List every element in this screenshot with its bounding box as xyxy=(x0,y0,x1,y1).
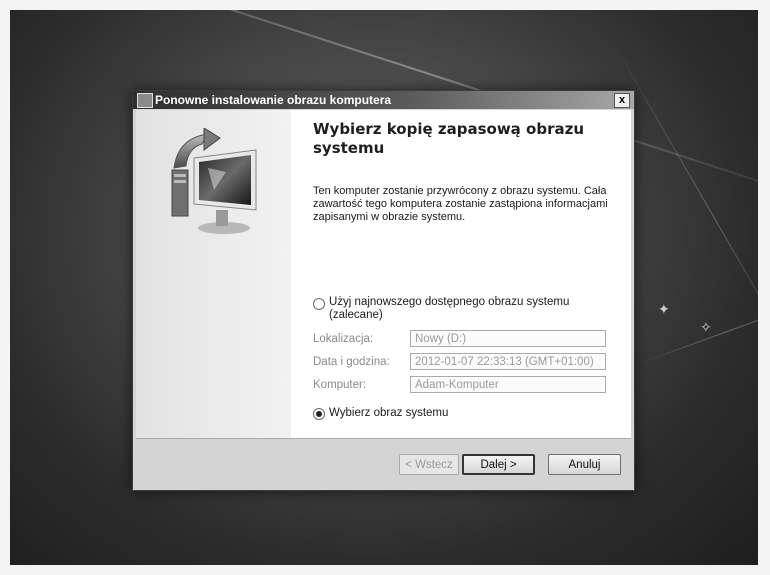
wizard-side-panel xyxy=(136,110,291,438)
datetime-field: 2012-01-07 22:33:13 (GMT+01:00) xyxy=(410,353,606,370)
computer-field: Adam-Komputer xyxy=(410,376,606,393)
location-label: Lokalizacja: xyxy=(313,333,374,345)
wallpaper-streak xyxy=(635,295,758,366)
radio-choose-image[interactable] xyxy=(313,408,325,420)
cancel-button[interactable]: Anuluj xyxy=(548,454,621,475)
location-field: Nowy (D:) xyxy=(410,330,606,347)
wizard-dialog: Ponowne instalowanie obrazu komputera x xyxy=(132,90,635,491)
back-button[interactable]: < Wstecz xyxy=(399,454,459,475)
option-choose-label: Wybierz obraz systemu xyxy=(329,407,449,419)
option-latest-recommended: (zalecane) xyxy=(329,309,383,321)
wizard-content: Wybierz kopię zapasową obrazu systemu Te… xyxy=(291,110,631,438)
page-heading: Wybierz kopię zapasową obrazu systemu xyxy=(313,120,584,157)
datetime-label: Data i godzina: xyxy=(313,356,390,368)
monitor-backup-icon xyxy=(171,128,257,234)
description-text: Ten komputer zostanie przywrócony z obra… xyxy=(313,185,608,223)
bird-icon: ✦ xyxy=(658,302,670,318)
bird-icon: ✧ xyxy=(700,320,712,336)
computer-label: Komputer: xyxy=(313,379,367,391)
backup-window-icon xyxy=(137,93,153,108)
footer-divider xyxy=(136,438,631,439)
next-button[interactable]: Dalej > xyxy=(462,454,535,475)
title-bar[interactable]: Ponowne instalowanie obrazu komputera x xyxy=(133,91,634,109)
radio-latest-image[interactable] xyxy=(313,298,325,310)
option-latest-label: Użyj najnowszego dostępnego obrazu syste… xyxy=(329,296,570,308)
dialog-title: Ponowne instalowanie obrazu komputera xyxy=(155,93,392,107)
close-button[interactable]: x xyxy=(614,93,630,108)
